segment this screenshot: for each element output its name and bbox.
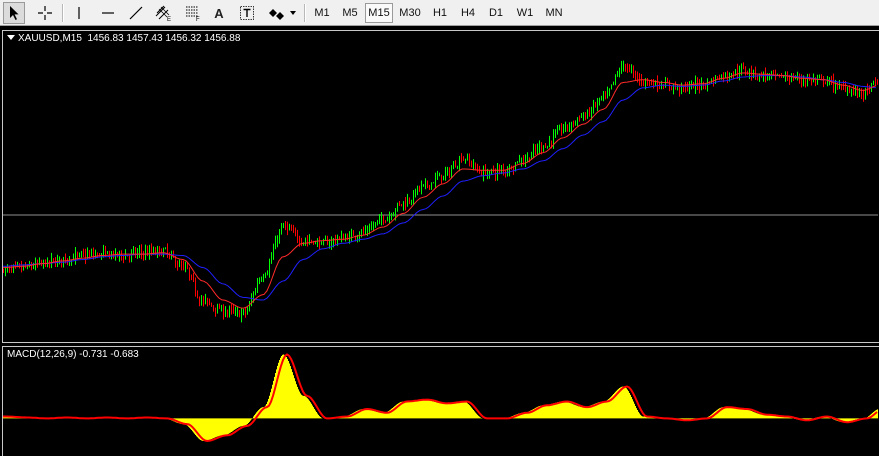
vertical-line-tool-button[interactable] xyxy=(68,2,90,24)
toolbar: E F A M1 M5 M15 M30 H1 H4 D1 W1 MN xyxy=(0,0,879,26)
macd-label: MACD(12,26,9) -0.731 -0.683 xyxy=(7,349,139,360)
text-tool-button[interactable]: A xyxy=(208,2,230,24)
text-label-tool-button[interactable] xyxy=(235,2,259,24)
timeframe-h1-button[interactable]: H1 xyxy=(427,3,453,23)
macd-panel[interactable]: MACD(12,26,9) -0.731 -0.683 xyxy=(2,346,879,456)
symbol-label: XAUUSD,M15 xyxy=(18,33,82,44)
candles xyxy=(3,60,878,323)
macd-histogram xyxy=(3,354,878,441)
timeframe-m5-button[interactable]: M5 xyxy=(337,3,363,23)
timeframe-m30-button[interactable]: M30 xyxy=(395,3,425,23)
trendline-icon xyxy=(129,6,143,20)
toolbar-separator xyxy=(62,4,64,22)
text-label-icon xyxy=(240,6,254,20)
fibonacci-tool-button[interactable]: F xyxy=(181,2,205,24)
macd-signal-line xyxy=(3,353,878,443)
price-plot xyxy=(3,60,878,323)
arrows-tool-button[interactable] xyxy=(264,2,298,24)
horizontal-line-icon xyxy=(102,12,114,14)
toolbar-separator xyxy=(304,4,306,22)
text-icon: A xyxy=(214,5,224,21)
chart-info-label: XAUUSD,M15 1456.83 1457.43 1456.32 1456.… xyxy=(7,33,240,44)
timeframe-mn-button[interactable]: MN xyxy=(541,3,567,23)
equidistant-channel-icon: E xyxy=(155,5,171,22)
arrows-icon xyxy=(269,9,296,20)
timeframe-w1-button[interactable]: W1 xyxy=(511,3,539,23)
svg-text:F: F xyxy=(196,17,200,22)
vertical-line-icon xyxy=(78,7,80,19)
dropdown-triangle-icon xyxy=(7,35,15,40)
timeframe-d1-button[interactable]: D1 xyxy=(483,3,509,23)
timeframe-m1-button[interactable]: M1 xyxy=(309,3,335,23)
channel-tool-button[interactable]: E xyxy=(152,2,176,24)
timeframe-m15-button[interactable]: M15 xyxy=(365,3,393,23)
horizontal-line-tool-button[interactable] xyxy=(96,2,120,24)
fibonacci-icon: F xyxy=(186,6,200,22)
price-chart[interactable]: XAUUSD,M15 1456.83 1457.43 1456.32 1456.… xyxy=(2,30,879,343)
svg-text:E: E xyxy=(167,17,171,22)
crosshair-icon xyxy=(38,6,52,20)
trendline-tool-button[interactable] xyxy=(124,2,148,24)
cursor-icon xyxy=(10,6,19,20)
slow-moving-average-line xyxy=(3,75,877,301)
crosshair-tool-button[interactable] xyxy=(33,2,57,24)
cursor-tool-button[interactable] xyxy=(3,2,25,24)
timeframe-h4-button[interactable]: H4 xyxy=(455,3,481,23)
macd-plot xyxy=(3,353,878,443)
ohlc-label: 1456.83 1457.43 1456.32 1456.88 xyxy=(87,33,241,44)
chart-area: XAUUSD,M15 1456.83 1457.43 1456.32 1456.… xyxy=(0,27,879,456)
fast-moving-average-line xyxy=(3,72,877,309)
